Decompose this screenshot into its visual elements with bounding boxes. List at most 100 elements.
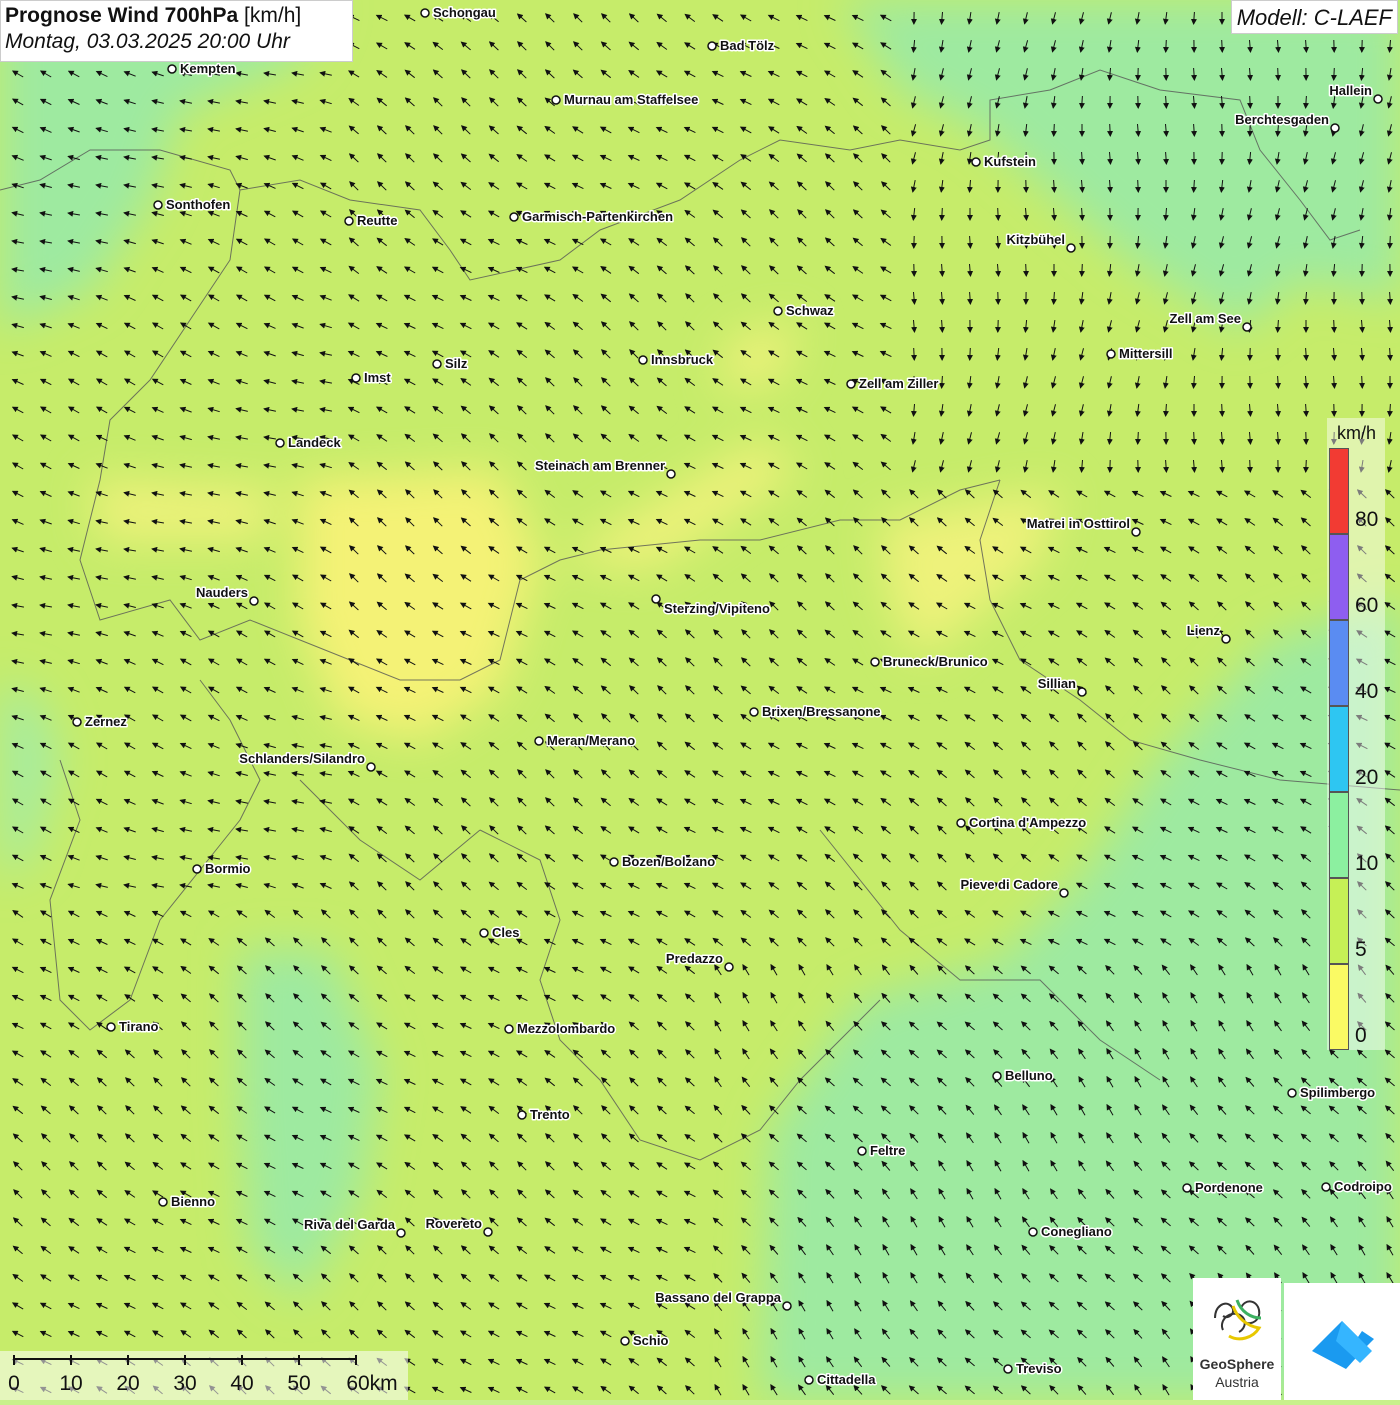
city-label: Zell am Ziller xyxy=(859,376,938,391)
city-label: Garmisch-Partenkirchen xyxy=(522,209,673,224)
city-label: Trento xyxy=(530,1107,570,1122)
wind-arrow xyxy=(1138,180,1139,192)
city-dot xyxy=(168,65,176,73)
city-label: Kufstein xyxy=(984,154,1036,169)
city-label: Schlanders/Silandro xyxy=(239,751,365,766)
city-dot xyxy=(276,439,284,447)
city-marker: Garmisch-Partenkirchen xyxy=(510,209,673,224)
legend-swatch xyxy=(1329,534,1349,620)
legend-swatch xyxy=(1329,964,1349,1050)
city-label: Sterzing/Vipiteno xyxy=(664,601,770,616)
city-dot xyxy=(667,470,675,478)
city-dot xyxy=(972,158,980,166)
city-dot xyxy=(1004,1365,1012,1373)
geosphere-logo: GeoSphere Austria xyxy=(1193,1278,1281,1400)
city-label: Schongau xyxy=(433,5,496,20)
wind-arrow xyxy=(1166,40,1167,52)
city-label: Pordenone xyxy=(1195,1180,1263,1195)
city-label: Meran/Merano xyxy=(547,733,635,748)
city-label: Steinach am Brenner xyxy=(535,458,665,473)
city-marker: Bozen/Bolzano xyxy=(610,854,715,869)
city-marker: Zell am Ziller xyxy=(847,376,938,391)
city-label: Sonthofen xyxy=(166,197,230,212)
city-label: Rovereto xyxy=(426,1216,482,1231)
wind-arrow xyxy=(1194,432,1195,444)
city-label: Bassano del Grappa xyxy=(655,1290,781,1305)
geosphere-country: Austria xyxy=(1193,1374,1281,1390)
city-label: Schio xyxy=(633,1333,668,1348)
city-label: Silz xyxy=(445,356,468,371)
city-dot xyxy=(480,929,488,937)
city-label: Cittadella xyxy=(817,1372,876,1387)
wind-arrow xyxy=(1362,376,1363,388)
scale-label: 20 xyxy=(116,1372,139,1396)
scale-label: 0 xyxy=(8,1372,20,1396)
wind-arrow xyxy=(1390,236,1391,248)
wind-arrow xyxy=(1026,264,1027,276)
city-label: Riva del Garda xyxy=(304,1217,396,1232)
wind-arrow xyxy=(1222,40,1223,52)
legend-swatch xyxy=(1329,706,1349,792)
legend-label: 60 xyxy=(1355,594,1378,618)
city-label: Sillian xyxy=(1038,676,1076,691)
city-dot xyxy=(193,865,201,873)
city-dot xyxy=(518,1111,526,1119)
city-label: Mezzolombardo xyxy=(517,1021,615,1036)
wind-map: SchongauBad TölzKemptenMurnau am Staffel… xyxy=(0,0,1400,1400)
city-dot xyxy=(1060,889,1068,897)
city-label: Bienno xyxy=(171,1194,215,1209)
wind-arrow xyxy=(1054,124,1055,136)
city-marker: Brixen/Bressanone xyxy=(750,704,881,719)
city-label: Innsbruck xyxy=(651,352,714,367)
city-label: Bruneck/Brunico xyxy=(883,654,988,669)
city-marker: Cortina d'Ampezzo xyxy=(957,815,1086,830)
wind-arrow xyxy=(1138,432,1139,444)
city-label: Tirano xyxy=(119,1019,159,1034)
city-marker: Mezzolombardo xyxy=(505,1021,615,1036)
title-box: Prognose Wind 700hPa [km/h] Montag, 03.0… xyxy=(0,0,353,62)
legend-label: 80 xyxy=(1355,508,1378,532)
wind-arrow xyxy=(1250,460,1251,472)
wind-arrow xyxy=(1250,96,1251,108)
city-dot xyxy=(1029,1228,1037,1236)
city-label: Landeck xyxy=(288,435,342,450)
wind-arrow xyxy=(942,208,943,220)
city-dot xyxy=(433,360,441,368)
city-marker: Schongau xyxy=(421,5,496,20)
wind-arrow xyxy=(1222,404,1223,416)
city-dot xyxy=(1067,244,1075,252)
city-marker: Pordenone xyxy=(1183,1180,1263,1195)
city-dot xyxy=(352,374,360,382)
city-dot xyxy=(1078,688,1086,696)
wind-arrow xyxy=(1334,320,1335,332)
city-marker: Conegliano xyxy=(1029,1224,1112,1239)
legend-swatch xyxy=(1329,878,1349,964)
legend-swatch xyxy=(1329,792,1349,878)
legend-label: 40 xyxy=(1355,680,1378,704)
city-dot xyxy=(610,858,618,866)
city-dot xyxy=(154,201,162,209)
city-label: Murnau am Staffelsee xyxy=(564,92,698,107)
city-dot xyxy=(957,819,965,827)
city-dot xyxy=(774,307,782,315)
city-label: Lienz xyxy=(1187,623,1221,638)
city-dot xyxy=(1374,95,1382,103)
city-dot xyxy=(652,595,660,603)
city-label: Conegliano xyxy=(1041,1224,1112,1239)
city-label: Bozen/Bolzano xyxy=(622,854,715,869)
map-title: Prognose Wind 700hPa [km/h] xyxy=(5,4,348,28)
city-dot xyxy=(107,1023,115,1031)
city-label: Brixen/Bressanone xyxy=(762,704,881,719)
city-dot xyxy=(510,213,518,221)
legend-color-bar: 806040201050 xyxy=(1329,448,1349,1050)
city-dot xyxy=(421,9,429,17)
legend-unit: km/h xyxy=(1337,423,1376,444)
city-dot xyxy=(783,1302,791,1310)
city-label: Feltre xyxy=(870,1143,905,1158)
wind-arrow xyxy=(970,348,971,360)
legend-label: 0 xyxy=(1355,1024,1367,1048)
city-label: Bormio xyxy=(205,861,251,876)
city-marker: Spilimbergo xyxy=(1288,1085,1375,1100)
model-label: Modell: C-LAEF xyxy=(1231,0,1398,34)
city-marker: Bruneck/Brunico xyxy=(871,654,988,669)
